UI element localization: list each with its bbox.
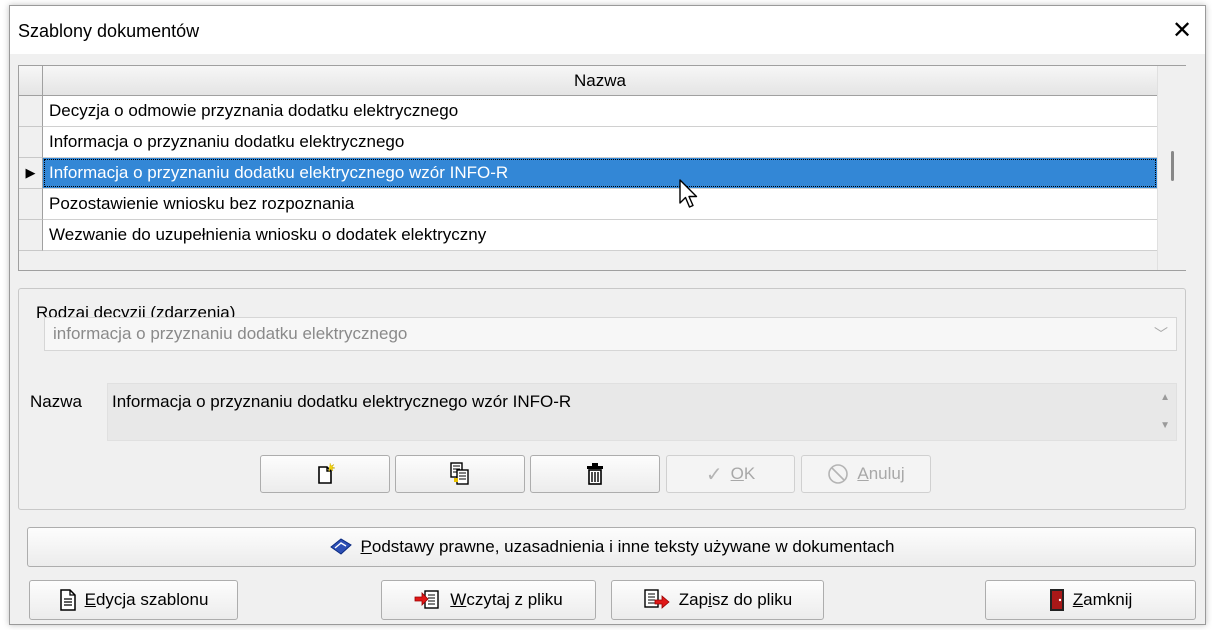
chevron-down-icon: ﹀	[1154, 326, 1168, 342]
copy-template-button[interactable]	[395, 455, 525, 493]
legal-texts-label: Podstawy prawne, uzasadnienia i inne tek…	[360, 537, 895, 556]
row-indicator	[19, 96, 43, 127]
decision-type-value: informacja o przyznaniu dodatku elektryc…	[53, 324, 408, 343]
row-cell[interactable]: Decyzja o odmowie przyznania dodatku ele…	[43, 96, 1157, 126]
document-icon	[59, 589, 76, 611]
header-indicator-cell	[19, 66, 43, 95]
trash-icon	[587, 463, 603, 485]
close-window-button[interactable]: ✕	[1159, 6, 1205, 54]
current-row-indicator-icon: ▶	[19, 158, 43, 189]
import-file-icon	[414, 590, 439, 609]
close-button[interactable]: Zamknij	[985, 580, 1196, 620]
save-to-file-button[interactable]: Zapisz do pliku	[611, 580, 824, 620]
export-file-icon	[644, 589, 670, 609]
cancel-button-label: Anuluj	[857, 464, 905, 483]
scroll-down-icon: ▼	[1160, 420, 1170, 431]
row-cell[interactable]: Pozostawienie wniosku bez rozpoznania	[43, 189, 1157, 219]
row-cell[interactable]: Informacja o przyznaniu dodatku elektryc…	[43, 158, 1157, 188]
load-from-file-label: Wczytaj z pliku	[450, 590, 563, 609]
checkmark-icon: ✓	[705, 463, 723, 486]
table-row[interactable]: Pozostawienie wniosku bez rozpoznania	[19, 189, 1157, 220]
new-template-button[interactable]	[260, 455, 390, 493]
row-cell[interactable]: Wezwanie do uzupełnienia wniosku o dodat…	[43, 220, 1157, 250]
edit-template-label: Edycja szablonu	[84, 590, 209, 609]
row-indicator	[19, 189, 43, 220]
grid-body: Decyzja o odmowie przyznania dodatku ele…	[19, 96, 1157, 251]
name-field-value: Informacja o przyznaniu dodatku elektryc…	[112, 392, 572, 411]
decision-type-select: informacja o przyznaniu dodatku elektryc…	[44, 317, 1177, 351]
cancel-button[interactable]: Anuluj	[801, 455, 931, 493]
window-title: Szablony dokumentów	[18, 21, 200, 41]
row-indicator	[19, 220, 43, 251]
cancel-icon	[828, 464, 849, 484]
door-icon	[1049, 589, 1064, 611]
load-from-file-button[interactable]: Wczytaj z pliku	[381, 580, 596, 620]
table-row[interactable]: Decyzja o odmowie przyznania dodatku ele…	[19, 96, 1157, 127]
copy-document-icon	[450, 462, 469, 485]
name-field-label: Nazwa	[30, 392, 82, 411]
table-row-selected[interactable]: ▶ Informacja o przyznaniu dodatku elektr…	[19, 158, 1157, 189]
table-row[interactable]: Wezwanie do uzupełnienia wniosku o dodat…	[19, 220, 1157, 251]
close-button-label: Zamknij	[1072, 590, 1133, 609]
scroll-up-icon: ▲	[1160, 392, 1170, 403]
grid-vertical-scrollbar[interactable]	[1157, 66, 1186, 270]
delete-template-button[interactable]	[530, 455, 660, 493]
scrollbar-thumb[interactable]	[1171, 151, 1174, 181]
edit-template-button[interactable]: Edycja szablonu	[29, 580, 238, 620]
row-indicator	[19, 127, 43, 158]
title-bar: Szablony dokumentów ✕	[10, 6, 1205, 54]
column-header-nazwa[interactable]: Nazwa	[43, 66, 1157, 95]
grid-header: Nazwa	[19, 66, 1157, 96]
table-row[interactable]: Informacja o przyznaniu dodatku elektryc…	[19, 127, 1157, 158]
ok-button-label: OK	[730, 464, 756, 483]
name-field: Informacja o przyznaniu dodatku elektryc…	[107, 383, 1177, 441]
save-to-file-label: Zapisz do pliku	[678, 590, 793, 609]
new-document-icon	[318, 462, 336, 484]
book-icon	[329, 538, 352, 555]
templates-grid: Nazwa Decyzja o odmowie przyznania dodat…	[18, 65, 1186, 271]
mouse-pointer-icon	[679, 179, 698, 208]
row-cell[interactable]: Informacja o przyznaniu dodatku elektryc…	[43, 127, 1157, 157]
ok-button[interactable]: ✓ OK	[666, 455, 795, 493]
legal-texts-button[interactable]: Podstawy prawne, uzasadnienia i inne tek…	[27, 527, 1196, 567]
